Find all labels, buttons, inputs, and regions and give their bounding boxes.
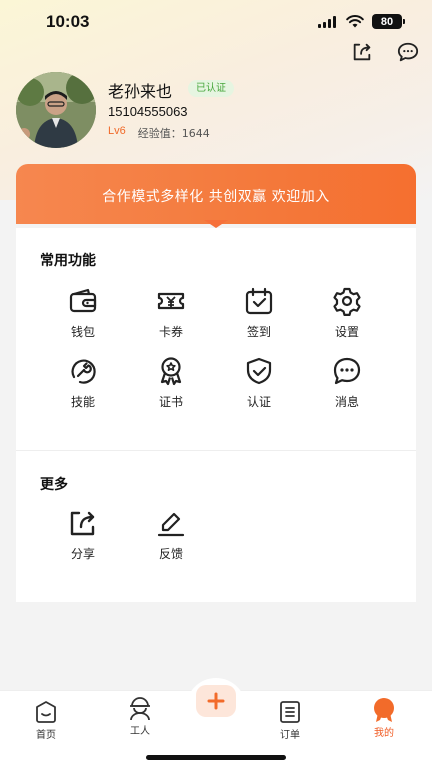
more-label: 分享 <box>70 547 95 561</box>
tab-profile[interactable]: 我的 <box>354 697 414 739</box>
edit-icon <box>157 512 185 537</box>
section-divider <box>16 450 416 451</box>
function-label: 技能 <box>70 395 95 409</box>
add-button[interactable] <box>196 685 236 717</box>
user-experience: 经验值：1644 <box>137 127 210 140</box>
verified-badge: 已认证 <box>188 80 234 97</box>
chat-icon <box>397 42 419 62</box>
share-icon <box>353 43 371 61</box>
user-name: 老孙来也 <box>108 82 173 101</box>
signal-icon <box>318 15 336 28</box>
level-row: Lv6 经验值：1644 <box>108 125 210 141</box>
function-label: 证书 <box>158 395 183 409</box>
shield-check-icon <box>246 357 272 385</box>
promo-banner[interactable]: 合作模式多样化 共创双赢 欢迎加入 <box>16 164 416 224</box>
share-icon <box>70 511 95 536</box>
coupon-icon <box>157 292 185 310</box>
share-button[interactable] <box>350 40 374 64</box>
function-label: 认证 <box>246 395 271 409</box>
promo-banner-text: 合作模式多样化 共创双赢 欢迎加入 <box>102 189 330 205</box>
status-bar: 10:03 80 <box>0 0 432 44</box>
function-coupon[interactable]: 卡券 <box>136 286 206 340</box>
tab-label: 订单 <box>280 730 300 741</box>
function-skills[interactable]: 技能 <box>48 356 118 410</box>
function-label: 消息 <box>334 395 359 409</box>
tab-label: 我的 <box>374 728 394 739</box>
function-wallet[interactable]: 钱包 <box>48 286 118 340</box>
more-title: 更多 <box>40 477 68 493</box>
more-share[interactable]: 分享 <box>48 508 118 562</box>
wrench-icon <box>71 359 96 384</box>
profile-section[interactable]: 老孙来也 已认证 15104555063 Lv6 经验值：1644 <box>16 72 416 152</box>
chat-icon <box>333 357 361 385</box>
banner-notch <box>204 220 228 228</box>
tab-orders[interactable]: 订单 <box>260 699 320 741</box>
battery-indicator: 80 <box>372 14 405 29</box>
more-label: 反馈 <box>158 547 183 561</box>
status-time: 10:03 <box>46 12 90 31</box>
functions-card: 常用功能 钱包 卡券 签到 设置 技能 证书 认证 消息 更多 分享 反馈 <box>16 228 416 602</box>
function-label: 卡券 <box>158 325 183 339</box>
home-icon <box>36 701 56 723</box>
avatar[interactable] <box>16 72 96 148</box>
user-phone: 15104555063 <box>108 104 188 119</box>
function-label: 钱包 <box>70 325 95 339</box>
calendar-check-icon <box>245 287 273 315</box>
common-functions-title: 常用功能 <box>40 253 96 269</box>
tab-label: 首页 <box>36 730 56 741</box>
status-icons: 80 <box>318 14 405 29</box>
certificate-icon <box>160 357 182 386</box>
wallet-icon <box>69 288 97 313</box>
header-actions <box>350 40 420 64</box>
user-level: Lv6 <box>108 125 126 137</box>
gear-icon <box>333 287 361 316</box>
order-icon <box>280 701 300 723</box>
function-messages[interactable]: 消息 <box>312 356 382 410</box>
function-certificate[interactable]: 证书 <box>136 356 206 410</box>
function-checkin[interactable]: 签到 <box>224 286 294 340</box>
wifi-icon <box>346 15 364 28</box>
worker-icon <box>130 697 150 721</box>
tab-label: 工人 <box>130 726 150 737</box>
tab-workers[interactable]: 工人 <box>110 695 170 737</box>
tab-home[interactable]: 首页 <box>16 699 76 741</box>
plus-icon <box>207 692 225 710</box>
function-label: 签到 <box>246 325 271 339</box>
function-label: 设置 <box>334 325 359 339</box>
function-verify[interactable]: 认证 <box>224 356 294 410</box>
more-feedback[interactable]: 反馈 <box>136 508 206 562</box>
home-indicator <box>146 755 286 760</box>
function-settings[interactable]: 设置 <box>312 286 382 340</box>
message-button[interactable] <box>396 40 420 64</box>
profile-icon <box>374 698 394 722</box>
